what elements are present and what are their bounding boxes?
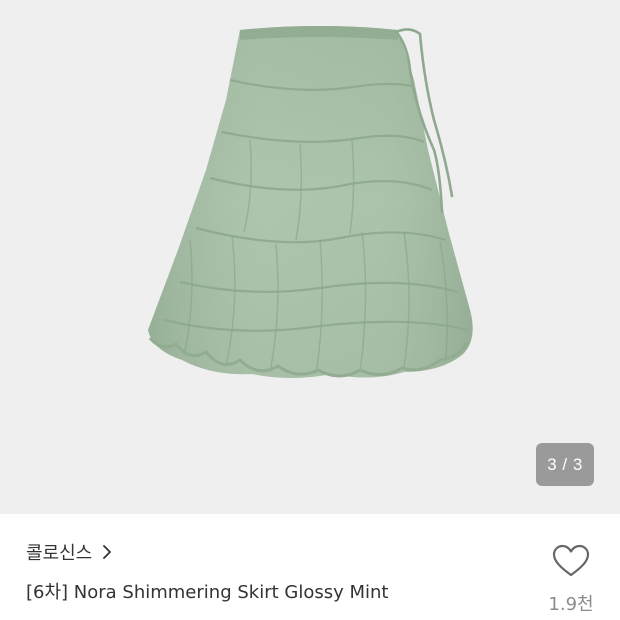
brand-link[interactable]: 콜로신스 (26, 540, 112, 564)
chevron-right-icon (102, 544, 112, 560)
product-detail-page: 3 / 3 콜로신스 [6차] Nora Shimmering Skirt Gl… (0, 0, 620, 620)
like-button[interactable]: 1.9천 (540, 544, 602, 616)
brand-name: 콜로신스 (26, 543, 93, 564)
product-image (148, 26, 473, 378)
heart-outline-icon (552, 544, 590, 577)
like-count: 1.9천 (548, 594, 594, 615)
image-counter-badge: 3 / 3 (536, 443, 594, 486)
product-image-gallery[interactable]: 3 / 3 (0, 0, 620, 514)
product-title: [6차] Nora Shimmering Skirt Glossy Mint (26, 582, 389, 603)
product-info: 콜로신스 [6차] Nora Shimmering Skirt Glossy M… (0, 514, 620, 620)
